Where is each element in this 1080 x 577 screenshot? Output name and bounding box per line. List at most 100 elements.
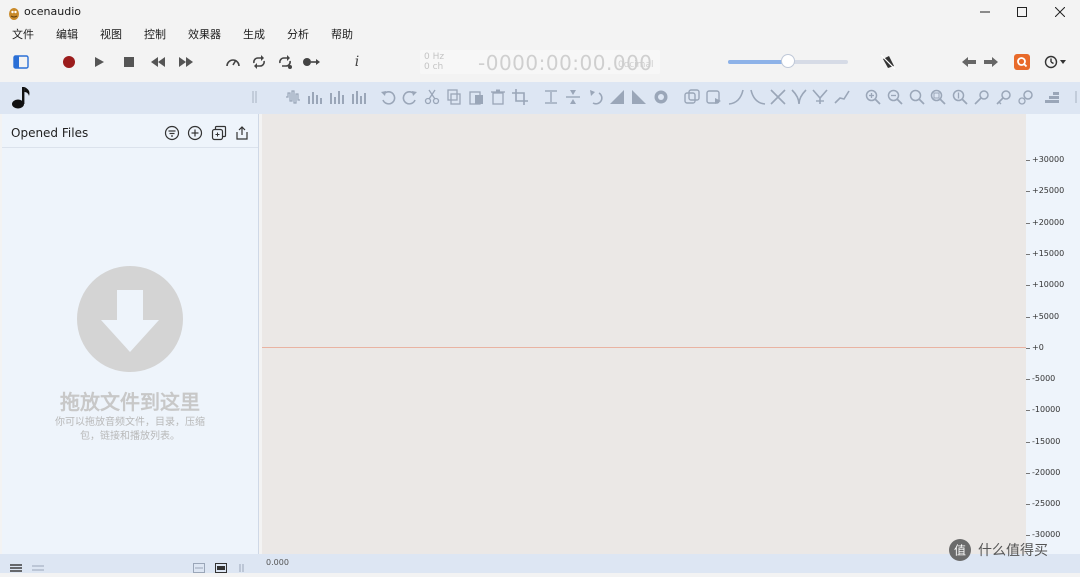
info-icon[interactable]: i — [346, 51, 368, 73]
filter-icon[interactable] — [164, 125, 180, 141]
record-icon[interactable] — [58, 51, 80, 73]
stop-icon[interactable] — [118, 51, 140, 73]
menu-view[interactable]: 视图 — [94, 26, 128, 42]
paste-icon[interactable] — [467, 88, 485, 106]
scale-label: +25000 — [1032, 186, 1065, 195]
key-3-icon[interactable] — [1017, 88, 1035, 106]
spectrogram-status-icon[interactable] — [215, 558, 227, 577]
panel-header: Opened Files — [2, 114, 258, 148]
scale-tick — [1026, 285, 1030, 286]
menu-analyze[interactable]: 分析 — [281, 26, 315, 42]
key-1-icon[interactable] — [973, 88, 991, 106]
zoom-vertical-icon[interactable] — [951, 88, 969, 106]
zoom-selection-icon[interactable] — [908, 88, 926, 106]
key-2-icon[interactable] — [995, 88, 1013, 106]
scale-label: +30000 — [1032, 155, 1065, 164]
cross-fade-icon[interactable] — [769, 88, 787, 106]
sonogram-view-icon[interactable] — [328, 88, 346, 106]
menu-effects[interactable]: 效果器 — [182, 26, 227, 42]
undo-icon[interactable] — [379, 88, 397, 106]
watermark-logo-icon: 值 — [949, 539, 971, 561]
redo-icon[interactable] — [401, 88, 419, 106]
speed-icon[interactable] — [222, 51, 244, 73]
window-title: ocenaudio — [24, 5, 81, 18]
spectrum-view-icon[interactable] — [306, 88, 324, 106]
fade-out-icon[interactable] — [630, 88, 648, 106]
amplitude-scale: +30000 +25000 +20000 +15000 +10000 +5000… — [1026, 114, 1080, 554]
close-button[interactable] — [1041, 0, 1079, 24]
title-bar — [0, 0, 1080, 24]
merge-icon[interactable] — [811, 88, 829, 106]
curve-1-icon[interactable] — [727, 88, 745, 106]
gain-icon[interactable] — [564, 88, 582, 106]
delete-icon[interactable] — [489, 88, 507, 106]
menu-bar: 文件 编辑 视图 控制 效果器 生成 分析 帮助 — [0, 24, 1080, 44]
menu-generate[interactable]: 生成 — [237, 26, 271, 42]
menu-edit[interactable]: 编辑 — [50, 26, 84, 42]
scale-tick — [1026, 473, 1030, 474]
crop-icon[interactable] — [511, 88, 529, 106]
scale-tick — [1026, 254, 1030, 255]
search-plugin-icon[interactable] — [1011, 51, 1033, 73]
export-icon[interactable] — [234, 125, 250, 141]
download-arrow-icon — [77, 266, 183, 372]
scale-tick — [1026, 223, 1030, 224]
volume-knob[interactable] — [781, 54, 795, 68]
menu-help[interactable]: 帮助 — [325, 26, 359, 42]
cut-icon[interactable] — [423, 88, 441, 106]
scale-tick — [1026, 191, 1030, 192]
envelope-icon[interactable] — [833, 88, 851, 106]
volume-slider[interactable] — [728, 54, 848, 68]
levels-view-icon[interactable] — [350, 88, 368, 106]
scale-tick — [1026, 160, 1030, 161]
compact-view-icon[interactable] — [32, 558, 44, 577]
zoom-out-icon[interactable] — [886, 88, 904, 106]
scale-label: +5000 — [1032, 312, 1060, 321]
reverse-icon[interactable] — [586, 88, 604, 106]
menu-control[interactable]: 控制 — [138, 26, 172, 42]
fast-forward-icon[interactable] — [175, 51, 197, 73]
list-view-icon[interactable] — [10, 558, 22, 577]
play-icon[interactable] — [88, 51, 110, 73]
repeat-icon[interactable] — [274, 51, 296, 73]
copy-icon[interactable] — [445, 88, 463, 106]
follow-icon[interactable] — [300, 51, 322, 73]
sample-rate-readout: 0 Hz — [424, 52, 445, 62]
zoom-fit-icon[interactable] — [929, 88, 947, 106]
cursor-mode-icon[interactable] — [877, 51, 899, 73]
waveform-area[interactable] — [262, 114, 1026, 554]
region-icon[interactable] — [705, 88, 723, 106]
back-arrow-icon[interactable] — [958, 51, 980, 73]
cursor-position: 0.000 — [266, 558, 289, 567]
split-icon[interactable] — [790, 88, 808, 106]
duplicate-file-icon[interactable] — [211, 125, 227, 141]
silence-icon[interactable] — [652, 88, 670, 106]
music-note-icon[interactable] — [10, 84, 34, 110]
maximize-button[interactable] — [1003, 0, 1041, 24]
scale-label: +0 — [1032, 343, 1044, 352]
curve-2-icon[interactable] — [749, 88, 767, 106]
zoom-in-icon[interactable] — [864, 88, 882, 106]
sidebar-toggle-icon[interactable] — [10, 51, 32, 73]
forward-arrow-icon[interactable] — [980, 51, 1002, 73]
rewind-icon[interactable] — [147, 51, 169, 73]
menu-file[interactable]: 文件 — [6, 26, 40, 42]
waveform-status-icon[interactable] — [193, 558, 205, 577]
panel-title: Opened Files — [11, 126, 89, 140]
scale-label: -5000 — [1032, 374, 1056, 383]
minimize-button[interactable] — [966, 0, 1004, 24]
status-bar: 0.000 — [0, 554, 1080, 573]
add-file-icon[interactable] — [187, 125, 203, 141]
duplicate-icon[interactable] — [683, 88, 701, 106]
scale-tick — [1026, 504, 1030, 505]
scale-label: +20000 — [1032, 218, 1065, 227]
history-icon[interactable] — [1042, 51, 1070, 73]
resize-grip-icon[interactable] — [238, 558, 246, 577]
fade-in-icon[interactable] — [608, 88, 626, 106]
loop-icon[interactable] — [248, 51, 270, 73]
scale-label: -20000 — [1032, 468, 1061, 477]
scale-label: +15000 — [1032, 249, 1065, 258]
normalize-icon[interactable] — [542, 88, 560, 106]
meter-icon[interactable] — [1043, 88, 1061, 106]
waveform-view-icon[interactable] — [284, 88, 302, 106]
